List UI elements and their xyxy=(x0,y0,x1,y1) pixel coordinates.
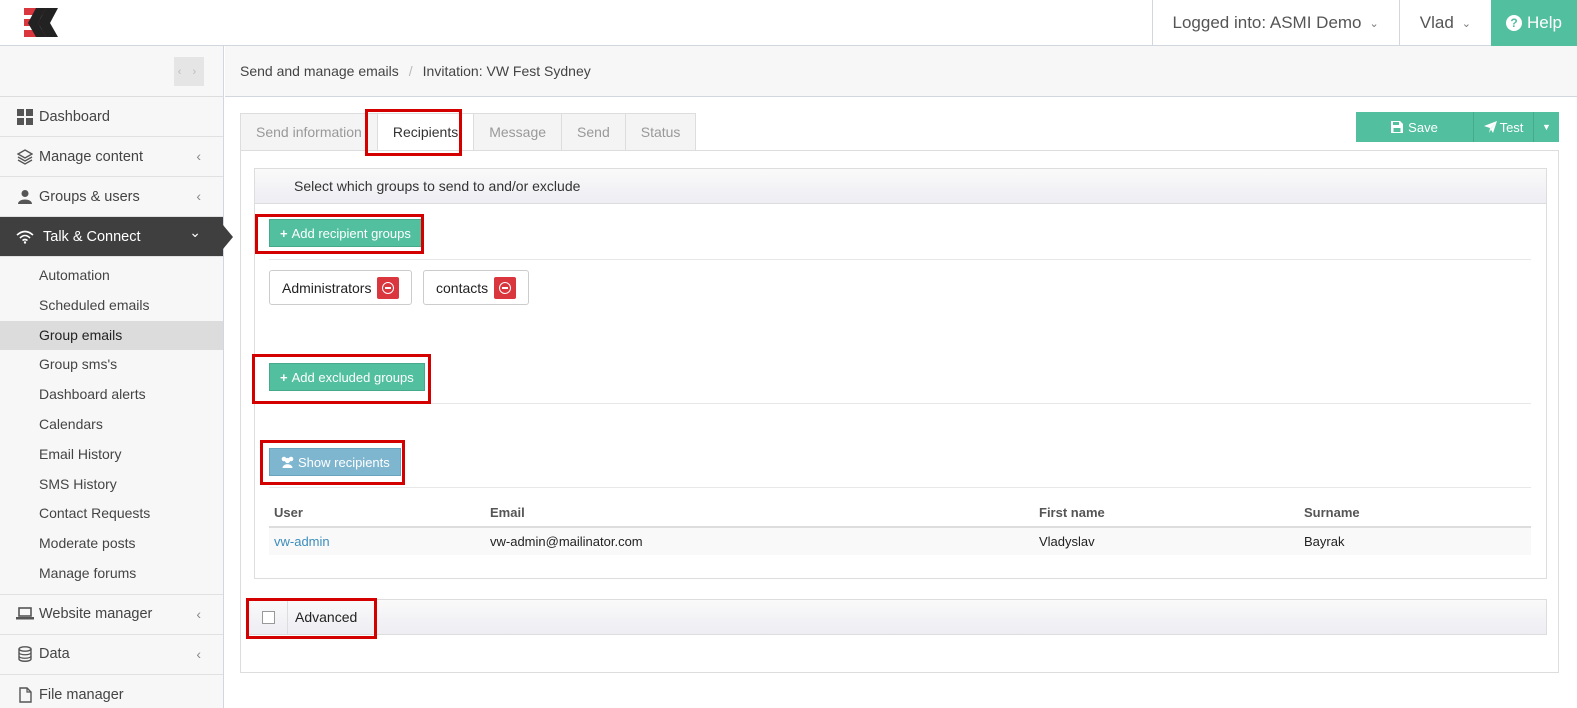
remove-group-button[interactable] xyxy=(377,276,400,299)
sidebar-item-data[interactable]: Data ‹ xyxy=(0,635,223,675)
submenu-item-moderate-posts[interactable]: Moderate posts xyxy=(0,529,223,559)
sidebar-item-label: Data xyxy=(39,646,70,663)
chevron-down-icon: ⌄ xyxy=(1369,17,1379,30)
help-button[interactable]: ? Help xyxy=(1491,0,1577,46)
minus-circle-icon xyxy=(499,281,512,294)
sidebar-item-label: File manager xyxy=(39,686,124,703)
chevron-left-icon: ‹ xyxy=(196,645,201,662)
sidebar-item-talk-connect[interactable]: Talk & Connect ⌄ xyxy=(0,217,233,257)
account-menu[interactable]: Logged into: ASMI Demo ⌄ xyxy=(1151,0,1399,46)
group-chip-administrators: Administrators xyxy=(269,270,413,305)
submenu-item-group-sms[interactable]: Group sms's xyxy=(0,350,223,380)
section-heading: Select which groups to send to and/or ex… xyxy=(255,169,1546,204)
sidebar-item-label: Groups & users xyxy=(39,188,140,205)
question-circle-icon: ? xyxy=(1506,15,1523,31)
laptop-icon xyxy=(16,607,34,621)
tab-message[interactable]: Message xyxy=(474,113,563,151)
submenu-item-group-emails[interactable]: Group emails xyxy=(0,320,223,351)
recipients-panel: Select which groups to send to and/or ex… xyxy=(240,150,1559,673)
sidebar-item-manage-content[interactable]: Manage content ‹ xyxy=(0,137,223,177)
recipients-table: User Email First name Surname vw-admin v… xyxy=(269,499,1531,555)
plus-icon: + xyxy=(280,225,288,241)
user-name: Vlad xyxy=(1419,13,1454,32)
sidebar-item-website-manager[interactable]: Website manager ‹ xyxy=(0,595,223,635)
send-icon xyxy=(1483,121,1497,133)
action-button-group: Save Test ▼ xyxy=(1356,112,1559,142)
caret-down-icon: ▼ xyxy=(1542,122,1551,132)
brand-logo[interactable] xyxy=(22,6,62,40)
sidebar-item-label: Talk & Connect xyxy=(43,228,141,245)
advanced-label: Advanced xyxy=(295,609,358,625)
tab-status[interactable]: Status xyxy=(625,113,697,151)
users-icon xyxy=(281,456,294,468)
breadcrumb-current: Invitation: VW Fest Sydney xyxy=(422,63,591,79)
wifi-icon xyxy=(16,230,34,244)
chevron-left-icon: ‹ xyxy=(196,605,201,622)
table-cell-surname: Bayrak xyxy=(1299,527,1531,555)
chevron-down-icon: ⌄ xyxy=(1461,17,1471,30)
user-link[interactable]: vw-admin xyxy=(274,534,330,549)
sidebar-item-dashboard[interactable]: Dashboard xyxy=(0,97,223,137)
database-icon xyxy=(16,646,34,663)
sidebar-item-label: Website manager xyxy=(39,606,153,623)
test-button[interactable]: Test xyxy=(1474,112,1534,142)
tab-recipients[interactable]: Recipients xyxy=(377,113,475,151)
sidebar-item-label: Manage content xyxy=(39,148,143,165)
group-chip-label: Administrators xyxy=(282,279,372,296)
submenu-item-manage-forums[interactable]: Manage forums xyxy=(0,559,223,589)
table-header-row: User Email First name Surname xyxy=(269,499,1531,528)
sidebar-item-file-manager[interactable]: File manager xyxy=(0,675,223,708)
save-icon xyxy=(1391,121,1404,133)
add-excluded-groups-button[interactable]: + Add excluded groups xyxy=(269,363,425,391)
user-menu[interactable]: Vlad ⌄ xyxy=(1398,0,1491,46)
chevron-down-icon: ⌄ xyxy=(189,224,201,240)
sidebar: ‹ › Dashboard Manage content ‹ Groups & … xyxy=(0,46,233,708)
breadcrumb-separator: / xyxy=(408,63,413,79)
add-recipient-groups-button[interactable]: + Add recipient groups xyxy=(269,219,422,247)
table-cell-first-name: Vladyslav xyxy=(1034,527,1299,555)
submenu-item-automation[interactable]: Automation xyxy=(0,261,223,291)
submenu-item-dashboard-alerts[interactable]: Dashboard alerts xyxy=(0,380,223,410)
table-row: vw-admin vw-admin@mailinator.com Vladysl… xyxy=(269,527,1531,555)
group-chip-label: contacts xyxy=(436,279,489,296)
column-header-first-name[interactable]: First name xyxy=(1034,499,1299,528)
remove-group-button[interactable] xyxy=(494,276,517,299)
recipient-groups-section: Select which groups to send to and/or ex… xyxy=(254,168,1547,579)
submenu-item-email-history[interactable]: Email History xyxy=(0,440,223,470)
sidebar-item-groups-users[interactable]: Groups & users ‹ xyxy=(0,177,223,217)
tab-send-information[interactable]: Send information xyxy=(240,113,378,151)
table-cell-email: vw-admin@mailinator.com xyxy=(485,527,1034,555)
test-options-dropdown[interactable]: ▼ xyxy=(1534,112,1559,142)
plus-icon: + xyxy=(280,369,288,385)
talk-connect-submenu: Automation Scheduled emails Group emails… xyxy=(0,257,223,595)
tab-bar: Send information Recipients Message Send… xyxy=(240,113,697,151)
advanced-section-header: Advanced xyxy=(248,599,1547,635)
sidebar-collapse-toggle[interactable]: ‹ › xyxy=(174,57,204,86)
submenu-item-scheduled-emails[interactable]: Scheduled emails xyxy=(0,291,223,321)
minus-circle-icon xyxy=(382,281,395,294)
breadcrumb-parent-link[interactable]: Send and manage emails xyxy=(240,63,399,79)
group-chip-contacts: contacts xyxy=(423,270,530,305)
submenu-item-calendars[interactable]: Calendars xyxy=(0,410,223,440)
column-header-user[interactable]: User xyxy=(269,499,485,528)
breadcrumb: Send and manage emails / Invitation: VW … xyxy=(225,46,1577,97)
column-header-surname[interactable]: Surname xyxy=(1299,499,1531,528)
user-icon xyxy=(16,189,34,205)
logged-into-label: Logged into: ASMI Demo xyxy=(1172,13,1362,32)
tab-send[interactable]: Send xyxy=(562,113,626,151)
top-bar: Logged into: ASMI Demo ⌄ Vlad ⌄ ? Help xyxy=(0,0,1577,46)
column-header-email[interactable]: Email xyxy=(485,499,1034,528)
advanced-checkbox[interactable] xyxy=(261,610,275,624)
file-icon xyxy=(16,687,34,703)
dashboard-icon xyxy=(16,108,34,125)
show-recipients-button[interactable]: Show recipients xyxy=(269,448,401,476)
submenu-item-contact-requests[interactable]: Contact Requests xyxy=(0,499,223,529)
submenu-item-sms-history[interactable]: SMS History xyxy=(0,470,223,500)
save-button[interactable]: Save xyxy=(1356,112,1474,142)
sidebar-item-label: Dashboard xyxy=(39,108,110,125)
layers-icon xyxy=(16,148,34,165)
chevron-left-icon: ‹ xyxy=(196,188,201,204)
chevron-left-icon: ‹ xyxy=(196,148,201,164)
